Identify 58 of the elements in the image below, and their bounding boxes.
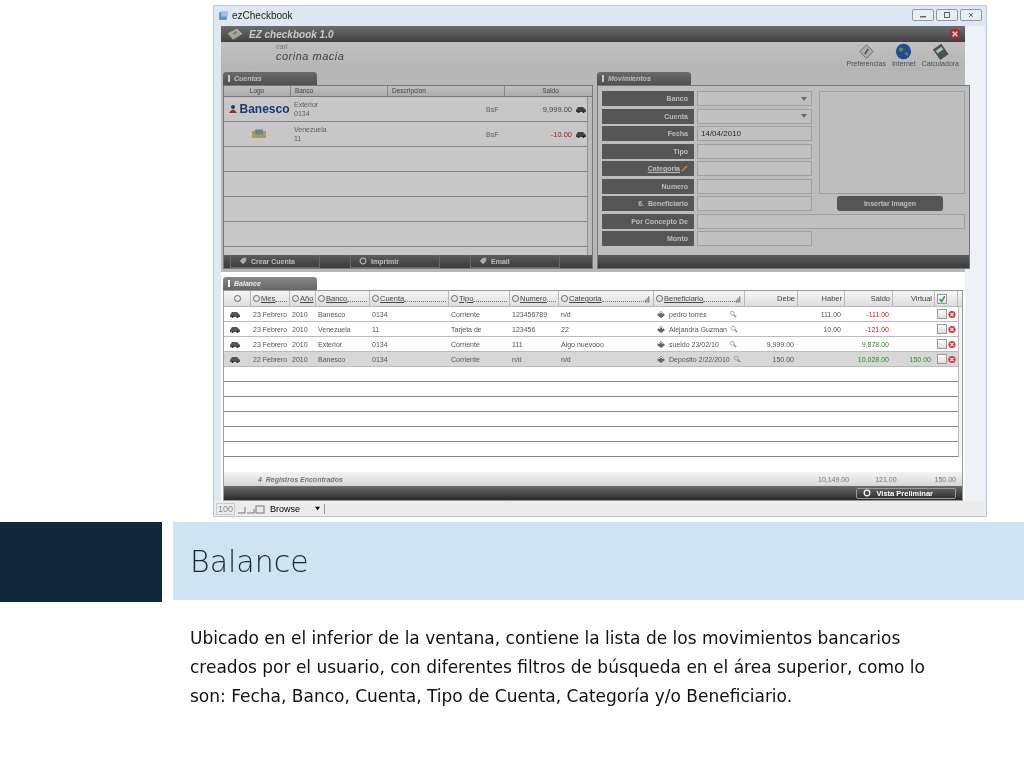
close-button[interactable] (960, 9, 982, 21)
car-icon (229, 310, 241, 318)
input-field[interactable] (697, 231, 812, 246)
input-field[interactable] (697, 213, 965, 229)
checkbox[interactable] (937, 309, 947, 319)
car-icon (229, 325, 241, 333)
minimize-button[interactable] (912, 9, 934, 21)
checkbox[interactable] (937, 293, 947, 304)
caret-icon (800, 95, 808, 102)
car-icon (229, 340, 241, 348)
window-title: ezCheckbook (232, 9, 293, 21)
car-icon (229, 355, 241, 363)
column-header[interactable] (935, 291, 958, 306)
car-icon (575, 105, 587, 113)
checkbox[interactable] (937, 324, 947, 334)
app-icon (218, 9, 229, 21)
checkbox[interactable] (937, 339, 947, 349)
tag-icon (239, 257, 247, 265)
search-icon[interactable] (732, 355, 741, 363)
card-icon (251, 129, 267, 139)
dropdown[interactable] (697, 91, 812, 106)
pencil-icon (681, 165, 688, 172)
user-name: corina macia (276, 50, 345, 62)
caret-icon (314, 506, 322, 511)
maximize-button[interactable] (936, 9, 958, 21)
input-field[interactable] (697, 178, 812, 194)
view-mode-icon[interactable] (237, 503, 266, 514)
checkbox[interactable] (937, 354, 947, 364)
mode-dropdown[interactable]: Browse (267, 503, 326, 514)
input-field[interactable] (697, 196, 812, 211)
checkbook-icon (225, 27, 245, 41)
delete-icon[interactable] (948, 324, 956, 334)
delete-icon[interactable] (948, 354, 956, 364)
search-icon[interactable] (729, 340, 737, 348)
app-title: EZ checkbook 1.0 (249, 28, 334, 40)
zoom-level: 100 (216, 502, 236, 515)
search-icon[interactable] (729, 310, 737, 318)
slide-title: Balance (190, 543, 309, 579)
bank-logo: Banesco (228, 102, 290, 116)
input-field[interactable]: 14/04/2010 (697, 126, 812, 141)
close-icon (966, 11, 976, 19)
delete-icon[interactable] (948, 309, 956, 319)
pen-icon (857, 43, 875, 60)
scrollbar[interactable] (587, 97, 592, 255)
delete-icon[interactable] (948, 339, 956, 349)
dropdown[interactable] (697, 108, 812, 124)
slide-text: Ubicado en el inferior de la ventana, contiene la lista de los movimientos bancarios creados por el usuario, con diferentes filtros de búsqueda en el área superior, como lo son: Fecha, Banco, Cuenta, Tipo de Cuenta, Categoría y/o Beneficiario. (190, 627, 926, 708)
scrollbar[interactable] (965, 26, 985, 501)
maximize-icon (942, 11, 952, 19)
input-field[interactable] (697, 143, 812, 159)
globe-icon (895, 43, 913, 60)
scrollbar[interactable] (958, 307, 962, 457)
caret-icon (800, 113, 808, 119)
car-icon (575, 130, 587, 138)
input-field[interactable] (697, 161, 812, 176)
search-icon[interactable] (730, 325, 738, 333)
close-button[interactable] (949, 28, 961, 40)
tag-icon (479, 257, 487, 265)
